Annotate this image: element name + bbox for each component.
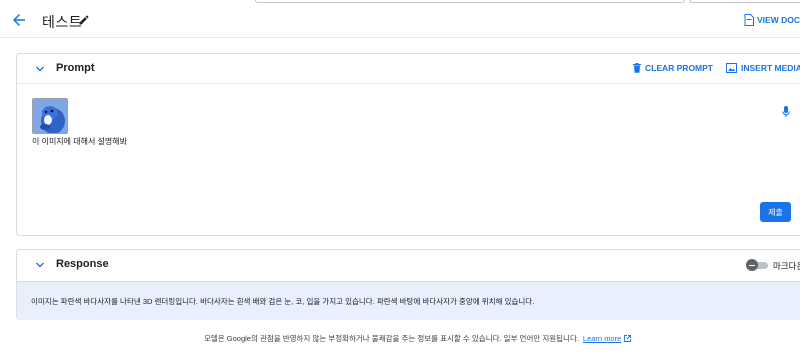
submit-button[interactable]: 제출 (760, 202, 791, 222)
clear-prompt-button[interactable]: CLEAR PROMPT (633, 63, 713, 73)
markdown-toggle[interactable] (746, 259, 768, 271)
document-icon (744, 14, 754, 26)
prompt-title: Prompt (56, 62, 95, 74)
response-title: Response (56, 258, 109, 270)
clear-prompt-label: CLEAR PROMPT (645, 63, 713, 73)
back-arrow-icon[interactable] (10, 11, 28, 29)
view-docs-button[interactable]: VIEW DOCS (744, 14, 800, 26)
pencil-icon[interactable] (78, 14, 90, 26)
response-card: Response 마크다운 이미지는 파란색 바다사자를 나타낸 3D 렌더링입… (16, 249, 800, 320)
header-divider (0, 37, 800, 38)
page-title: 테스트 (42, 14, 83, 30)
prompt-text[interactable]: 이 이미지에 대해서 설명해봐 (32, 136, 127, 147)
microphone-icon[interactable] (782, 106, 790, 118)
disclaimer-text: 모델은 Google의 관점을 반영하지 않는 부정확하거나 불쾌감을 주는 정… (204, 334, 579, 343)
open-external-icon[interactable] (624, 335, 632, 342)
prompt-header: Prompt CLEAR PROMPT INSERT MEDIA (17, 54, 800, 84)
top-strip-frame-right (690, 0, 800, 3)
markdown-toggle-label: 마크다운 (773, 261, 800, 271)
view-docs-label: VIEW DOCS (757, 15, 800, 25)
prompt-card: Prompt CLEAR PROMPT INSERT MEDIA 이 이미지에 … (16, 53, 800, 236)
chevron-down-icon[interactable] (35, 260, 45, 270)
top-strip-frame (255, 0, 685, 3)
learn-more-link[interactable]: Learn more (583, 334, 621, 343)
page-header: 테스트 VIEW DOCS (0, 6, 800, 36)
insert-media-label: INSERT MEDIA (741, 63, 800, 73)
response-header: Response 마크다운 (17, 250, 800, 280)
image-icon (726, 63, 737, 73)
footer-disclaimer: 모델은 Google의 관점을 반영하지 않는 부정확하거나 불쾌감을 주는 정… (204, 333, 632, 344)
trash-icon (633, 63, 641, 73)
response-text: 이미지는 파란색 바다사자를 나타낸 3D 렌더링입니다. 바다사자는 흰색 배… (31, 297, 535, 306)
uploaded-image-thumbnail[interactable] (32, 98, 68, 134)
chevron-down-icon[interactable] (35, 64, 45, 74)
insert-media-button[interactable]: INSERT MEDIA (726, 63, 800, 73)
sea-lion-image (33, 99, 67, 133)
toggle-knob (746, 259, 758, 271)
response-body: 이미지는 파란색 바다사자를 나타낸 3D 렌더링입니다. 바다사자는 흰색 배… (17, 281, 800, 320)
